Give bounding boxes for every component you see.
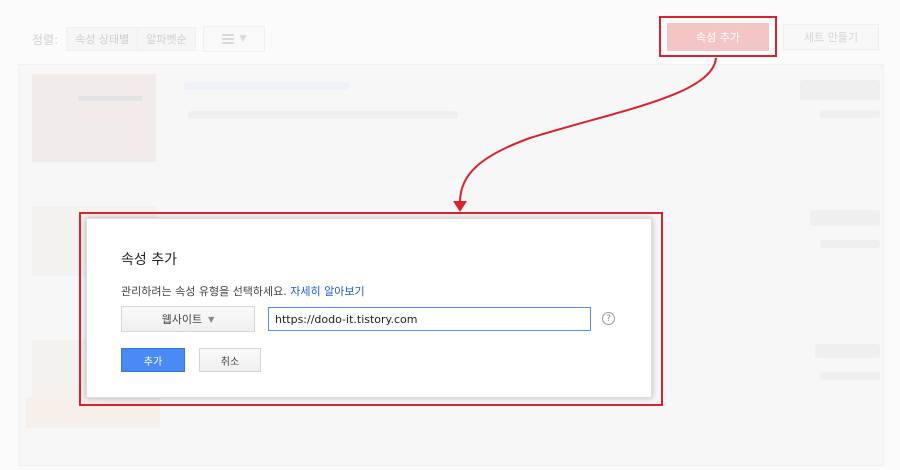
add-button[interactable]: 추가 (121, 348, 185, 372)
chevron-down-icon: ▼ (208, 314, 215, 324)
dialog-title: 속성 추가 (121, 252, 177, 268)
property-type-value: 웹사이트 (161, 313, 203, 326)
dialog-description: 관리하려는 속성 유형을 선택하세요. 자세히 알아보기 (121, 283, 365, 299)
property-type-select[interactable]: 웹사이트 ▼ (121, 306, 255, 332)
cancel-button[interactable]: 취소 (199, 348, 261, 372)
dialog-description-text: 관리하려는 속성 유형을 선택하세요. (121, 285, 287, 298)
add-property-dialog: 속성 추가 관리하려는 속성 유형을 선택하세요. 자세히 알아보기 웹사이트 … (86, 218, 652, 398)
help-icon[interactable]: ? (602, 312, 615, 325)
learn-more-link[interactable]: 자세히 알아보기 (290, 285, 364, 298)
website-url-input[interactable] (268, 307, 591, 331)
